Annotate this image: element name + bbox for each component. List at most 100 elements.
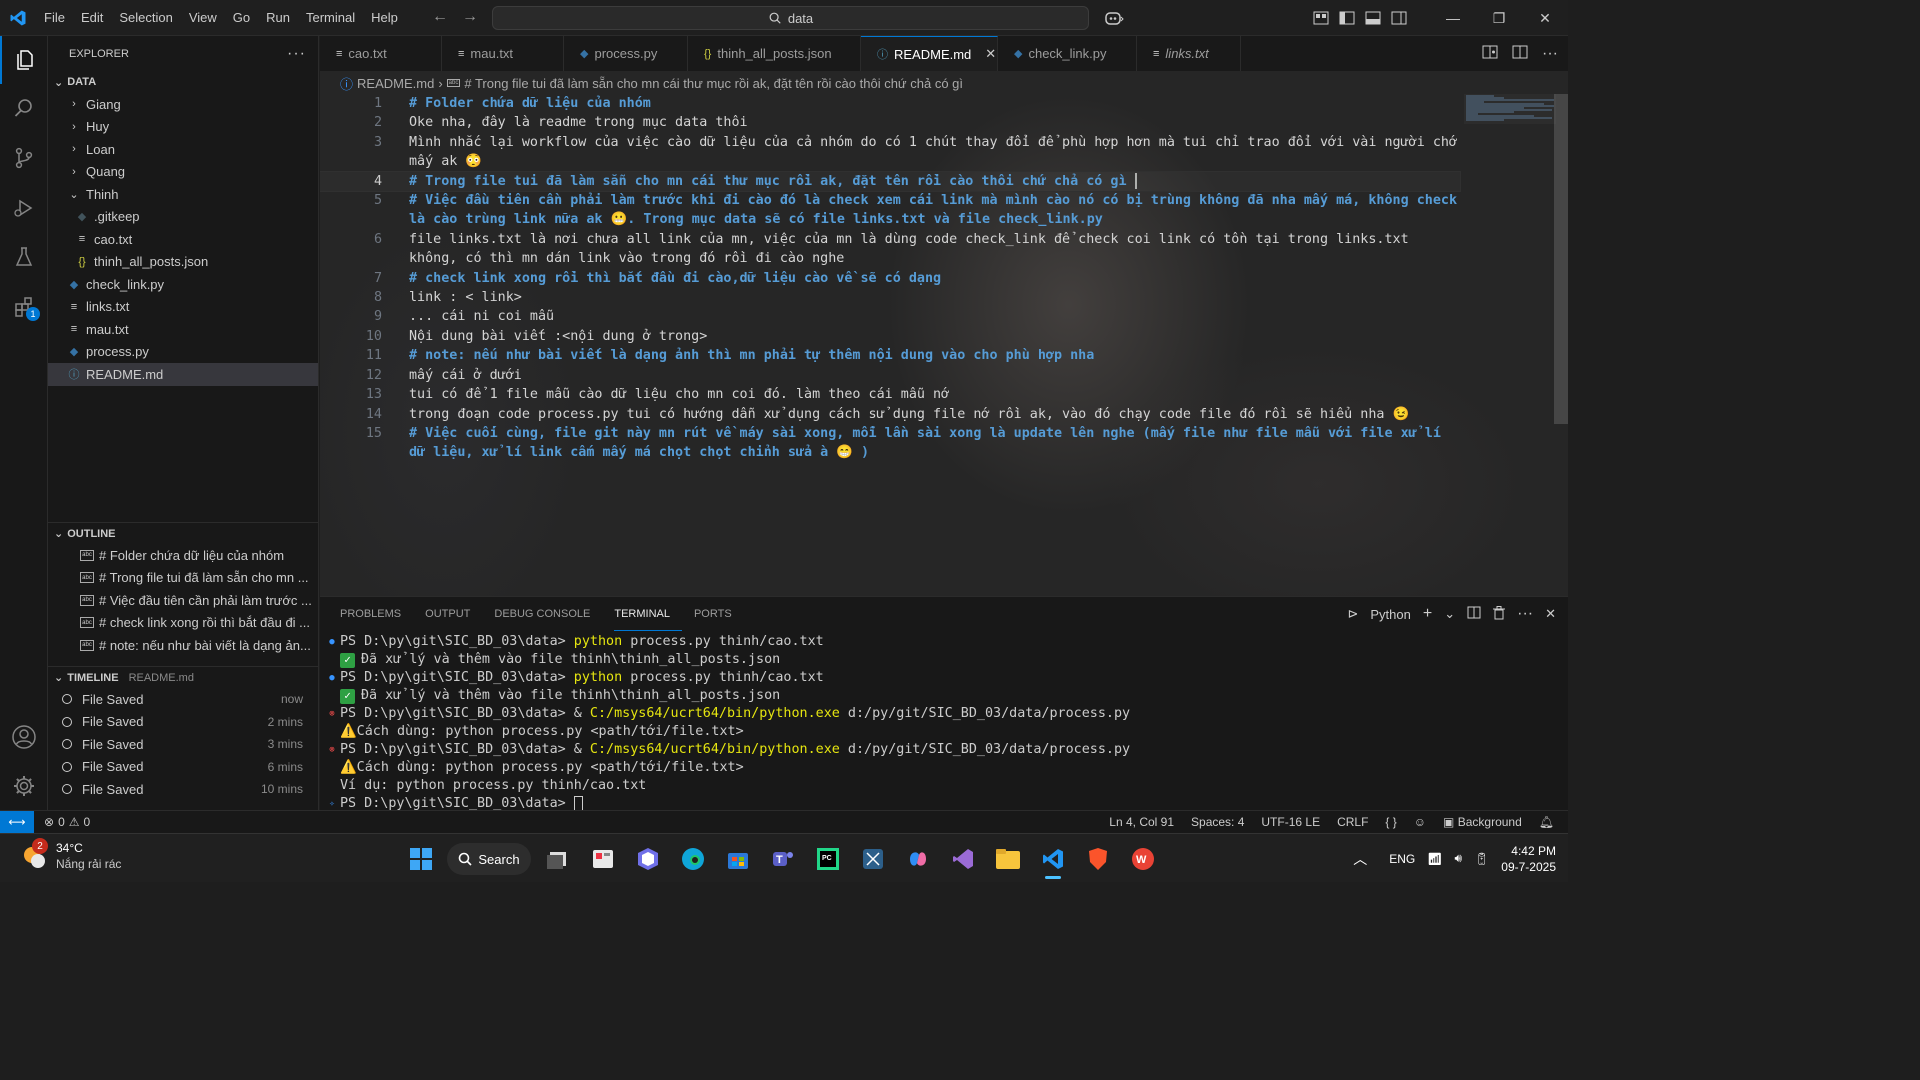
chevron-up-icon[interactable]: ︿ bbox=[1353, 849, 1367, 869]
brave-browser-icon[interactable] bbox=[1075, 842, 1120, 876]
editor-tab[interactable]: ≡ links.txt bbox=[1137, 36, 1241, 71]
timeline-item[interactable]: File Saved 10 mins bbox=[48, 778, 318, 801]
outline-item[interactable]: abc # note: nếu như bài viết là dạng ản..… bbox=[48, 634, 318, 657]
problems-indicator[interactable]: ⊗ 0 ⚠ 0 bbox=[44, 815, 90, 829]
menu-terminal[interactable]: Terminal bbox=[298, 0, 363, 36]
copilot-status-icon[interactable]: ☺ bbox=[1414, 815, 1426, 829]
outline-item[interactable]: abc # Folder chứa dữ liệu của nhóm bbox=[48, 544, 318, 567]
visual-studio-icon[interactable] bbox=[940, 842, 985, 876]
cursor-position[interactable]: Ln 4, Col 91 bbox=[1109, 815, 1174, 829]
taskbar-search[interactable]: Search bbox=[447, 843, 531, 875]
timeline-item[interactable]: File Saved 6 mins bbox=[48, 756, 318, 779]
more-actions-icon[interactable]: ··· bbox=[287, 45, 306, 63]
source-control-icon[interactable] bbox=[0, 134, 48, 182]
start-windows-icon[interactable] bbox=[398, 842, 443, 876]
testing-icon[interactable] bbox=[0, 233, 48, 281]
office-app-icon[interactable] bbox=[625, 842, 670, 876]
tree-item[interactable]: › Quang bbox=[48, 161, 318, 184]
more-actions-icon[interactable]: ··· bbox=[1542, 45, 1558, 63]
breadcrumb-symbol[interactable]: # Trong file tui đã làm sẵn cho mn cái t… bbox=[464, 76, 963, 91]
toggle-secondary-sidebar-icon[interactable] bbox=[1386, 11, 1412, 25]
tree-item[interactable]: › Loan bbox=[48, 138, 318, 161]
editor-tab[interactable]: ◆ check_link.py bbox=[998, 36, 1137, 71]
panel-tab-problems[interactable]: PROBLEMS bbox=[340, 597, 413, 631]
battery-icon[interactable]: 🔋︎ bbox=[1474, 852, 1489, 866]
customize-layout-icon[interactable] bbox=[1308, 11, 1334, 25]
widgets-icon[interactable] bbox=[580, 842, 625, 876]
split-terminal-icon[interactable] bbox=[1467, 606, 1481, 622]
back-arrow-icon[interactable]: ← bbox=[432, 8, 448, 26]
outline-item[interactable]: abc # check link xong rồi thì bắt đầu đi … bbox=[48, 612, 318, 635]
settings-gear-icon[interactable] bbox=[0, 762, 48, 810]
copilot-icon[interactable] bbox=[1092, 10, 1136, 26]
tree-item[interactable]: › Huy bbox=[48, 116, 318, 139]
wps-office-icon[interactable]: W bbox=[1120, 842, 1165, 876]
background-status[interactable]: ▣ Background bbox=[1443, 815, 1522, 829]
vscode-logo-icon[interactable] bbox=[0, 0, 36, 36]
breadcrumb-file[interactable]: README.md bbox=[357, 76, 434, 91]
tree-item[interactable]: ≡ cao.txt bbox=[48, 228, 318, 251]
tree-item[interactable]: ◆ .gitkeep bbox=[48, 206, 318, 229]
search-icon[interactable] bbox=[0, 84, 48, 132]
panel-tab-output[interactable]: OUTPUT bbox=[425, 597, 482, 631]
menu-edit[interactable]: Edit bbox=[73, 0, 111, 36]
panel-tab-debug-console[interactable]: DEBUG CONSOLE bbox=[494, 597, 602, 631]
menu-selection[interactable]: Selection bbox=[111, 0, 180, 36]
menu-view[interactable]: View bbox=[181, 0, 225, 36]
bell-icon[interactable]: 🔔︎ bbox=[1539, 815, 1554, 829]
close-window-button[interactable]: ✕ bbox=[1522, 10, 1568, 27]
minimize-button[interactable]: — bbox=[1430, 10, 1476, 26]
code-editor[interactable]: 1 # Folder chứa dữ liệu của nhóm 2 Oke nha,… bbox=[320, 94, 1461, 463]
vscode-taskbar-icon[interactable] bbox=[1030, 842, 1075, 879]
menu-run[interactable]: Run bbox=[258, 0, 298, 36]
close-panel-icon[interactable]: ✕ bbox=[1545, 606, 1556, 622]
editor-tab[interactable]: ≡ cao.txt bbox=[320, 36, 442, 71]
timeline-header[interactable]: ⌄ TIMELINE README.md bbox=[48, 666, 318, 688]
pycharm-icon[interactable]: PC bbox=[805, 842, 850, 876]
panel-tab-terminal[interactable]: TERMINAL bbox=[614, 597, 682, 631]
tree-item[interactable]: {} thinh_all_posts.json bbox=[48, 251, 318, 274]
wifi-icon[interactable]: 📶︎ bbox=[1427, 852, 1442, 866]
toggle-sidebar-icon[interactable] bbox=[1334, 11, 1360, 25]
toggle-panel-icon[interactable] bbox=[1360, 11, 1386, 25]
clock[interactable]: 4:42 PM 09-7-2025 bbox=[1501, 843, 1556, 875]
outline-item[interactable]: abc # Việc đầu tiên cần phải làm trước ..… bbox=[48, 589, 318, 612]
split-editor-icon[interactable] bbox=[1512, 45, 1528, 62]
timeline-item[interactable]: File Saved 3 mins bbox=[48, 733, 318, 756]
editor-tab[interactable]: {} thinh_all_posts.json bbox=[688, 36, 861, 71]
more-actions-icon[interactable]: ··· bbox=[1517, 605, 1533, 623]
minimap[interactable] bbox=[1464, 94, 1556, 124]
extensions-icon[interactable]: 1 bbox=[0, 283, 48, 331]
remote-icon[interactable]: ⟷ bbox=[0, 810, 34, 834]
terminal-shell-label[interactable]: Python bbox=[1370, 607, 1410, 622]
tree-item[interactable]: › Giang bbox=[48, 93, 318, 116]
end-of-line[interactable]: CRLF bbox=[1337, 815, 1368, 829]
store-icon[interactable] bbox=[715, 842, 760, 876]
edge-browser-icon[interactable] bbox=[670, 842, 715, 876]
tree-item[interactable]: ◆ process.py bbox=[48, 341, 318, 364]
tree-item[interactable]: ◆ check_link.py bbox=[48, 273, 318, 296]
input-language[interactable]: ENG bbox=[1389, 852, 1415, 866]
panel-tab-ports[interactable]: PORTS bbox=[694, 597, 744, 631]
encoding[interactable]: UTF-16 LE bbox=[1261, 815, 1320, 829]
menu-file[interactable]: File bbox=[36, 0, 73, 36]
restore-button[interactable]: ❐ bbox=[1476, 10, 1522, 27]
outline-item[interactable]: abc # Trong file tui đã làm sẵn cho mn ..… bbox=[48, 567, 318, 590]
task-view-icon[interactable] bbox=[535, 842, 580, 876]
weather-widget[interactable]: 2 34°C Nắng rải rác bbox=[20, 838, 121, 872]
menu-go[interactable]: Go bbox=[225, 0, 258, 36]
menu-help[interactable]: Help bbox=[363, 0, 406, 36]
trash-icon[interactable] bbox=[1493, 605, 1506, 623]
copilot-app-icon[interactable] bbox=[895, 842, 940, 876]
snipping-tool-icon[interactable] bbox=[850, 842, 895, 876]
file-explorer-icon[interactable] bbox=[985, 842, 1030, 876]
new-terminal-icon[interactable]: + bbox=[1423, 605, 1432, 623]
editor-tab[interactable]: ≡ mau.txt bbox=[442, 36, 564, 71]
explorer-icon[interactable] bbox=[0, 36, 48, 84]
outline-header[interactable]: ⌄ OUTLINE bbox=[48, 522, 318, 544]
language-mode[interactable]: { } bbox=[1385, 815, 1396, 829]
editor-tab[interactable]: ⓘ README.md ✕ bbox=[861, 36, 998, 71]
tree-item[interactable]: ≡ mau.txt bbox=[48, 318, 318, 341]
terminal-profile-icon[interactable]: ⊳ bbox=[1347, 606, 1358, 622]
close-tab-icon[interactable]: ✕ bbox=[985, 46, 996, 62]
